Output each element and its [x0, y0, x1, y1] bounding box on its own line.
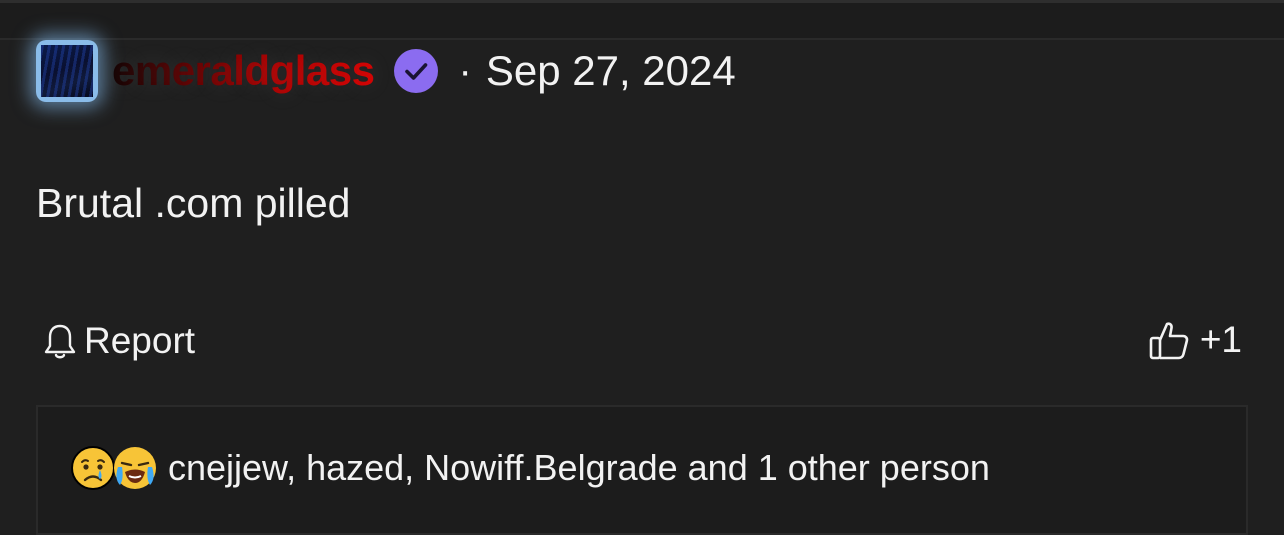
verified-badge-icon — [393, 49, 438, 93]
like-count: +1 — [1199, 319, 1242, 360]
meta-separator: · — [458, 48, 472, 93]
post-date: Sep 27, 2024 — [485, 47, 736, 94]
post-content: Brutal .com pilled — [36, 180, 351, 226]
like-button[interactable]: +1 — [1148, 316, 1242, 364]
post-header: emeraldglass · Sep 27, 2024 — [36, 40, 736, 102]
report-label: Report — [84, 320, 196, 361]
reactions-summary[interactable]: cnejjew, hazed, Nowiff.Belgrade and 1 ot… — [70, 445, 990, 491]
bell-icon — [44, 324, 76, 359]
thumbs-up-icon — [1149, 322, 1189, 360]
crying-face-emoji — [71, 446, 115, 490]
avatar[interactable] — [36, 40, 98, 102]
report-button[interactable]: Report — [42, 318, 195, 364]
top-bar — [0, 0, 1284, 40]
reactions-text: cnejjew, hazed, Nowiff.Belgrade and 1 ot… — [168, 447, 990, 488]
author-username[interactable]: emeraldglass — [112, 47, 375, 95]
avatar-image — [41, 45, 93, 97]
loudly-crying-face-emoji — [114, 447, 156, 489]
reactions-panel: cnejjew, hazed, Nowiff.Belgrade and 1 ot… — [36, 405, 1248, 535]
